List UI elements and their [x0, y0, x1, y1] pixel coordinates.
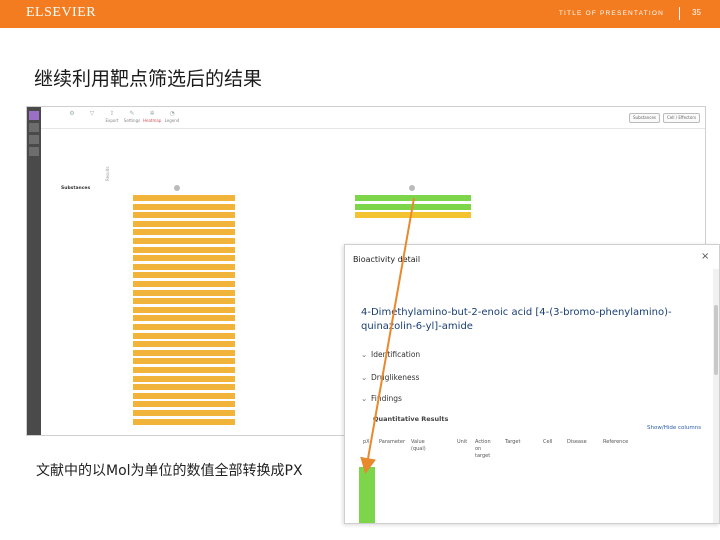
heatmap-cell[interactable] — [133, 229, 235, 237]
section-druglikeness[interactable]: ⌄ Druglikeness — [361, 373, 419, 382]
col-reference: Reference — [603, 439, 629, 445]
heatmap-cell[interactable] — [133, 220, 235, 228]
slide-heading: 继续利用靶点筛选后的结果 — [34, 68, 263, 90]
toolbar-heatmap[interactable]: ✲ Heatmap — [143, 110, 161, 123]
col-action: Action on target — [475, 439, 491, 459]
toolbar-export[interactable]: ⇪ Export — [103, 110, 121, 123]
substances-button[interactable]: Substances — [629, 113, 660, 123]
section-identification[interactable]: ⌄ Identification — [361, 350, 420, 359]
header-bar: ELSEVIER TITLE OF PRESENTATION 35 — [0, 0, 720, 28]
heatmap-cell[interactable] — [133, 238, 235, 245]
col-px: pX — [363, 439, 370, 445]
heatmap-cell[interactable] — [133, 324, 235, 331]
presentation-title: TITLE OF PRESENTATION — [558, 10, 664, 17]
toolbar-filter[interactable]: ▽ — [83, 110, 101, 118]
show-hide-columns-link[interactable]: Show/Hide columns — [647, 425, 701, 431]
substances-header: Substances — [61, 186, 91, 191]
toolbar-gear[interactable]: ⚙ — [63, 110, 81, 118]
heatmap-cell[interactable] — [133, 367, 235, 374]
heatmap-toolbar: ⚙ ▽ ⇪ Export ✎ Settings ✲ Heatmap ◔ Legend S… — [41, 107, 705, 129]
heatmap-cell[interactable] — [133, 203, 235, 211]
heatmap-cell[interactable] — [133, 195, 235, 202]
results-axis-label: Results — [105, 166, 110, 181]
sidebar-tab-1[interactable] — [29, 111, 39, 120]
heatmap-cell[interactable] — [133, 418, 235, 426]
legend-icon: ◔ — [169, 110, 175, 117]
toolbar-settings[interactable]: ✎ Settings — [123, 110, 141, 123]
heatmap-cell[interactable] — [133, 306, 235, 314]
col-cell: Cell — [543, 439, 553, 445]
heatmap-cell[interactable] — [355, 212, 471, 220]
column-marker-1 — [174, 185, 180, 191]
heatmap-cell[interactable] — [133, 263, 235, 271]
elsevier-logo: ELSEVIER — [26, 5, 97, 20]
heatmap-cell[interactable] — [133, 392, 235, 400]
sidebar-tab-2[interactable] — [29, 123, 39, 132]
chevron-down-icon: ⌄ — [361, 394, 368, 403]
quantitative-results-heading: Quantitative Results — [373, 415, 449, 423]
close-icon[interactable]: × — [701, 251, 709, 262]
bioactivity-detail-dialog: Bioactivity detail × 4-Dimethylamino-but… — [344, 244, 720, 524]
col-parameter: Parameter — [379, 439, 406, 445]
col-target: Target — [505, 439, 521, 445]
sidebar — [27, 107, 41, 435]
heatmap-cell[interactable] — [133, 341, 235, 349]
heatmap-cell[interactable] — [355, 195, 471, 202]
col-value: Value (qual) — [411, 439, 426, 452]
heatmap-cell[interactable] — [133, 246, 235, 254]
chevron-down-icon: ⌄ — [361, 350, 368, 359]
cell-effectors-button[interactable]: Cell / Effectors — [663, 113, 701, 123]
header-divider — [679, 7, 680, 20]
col-disease: Disease — [567, 439, 587, 445]
col-unit: Unit — [457, 439, 468, 445]
slide-caption: 文献中的以Mol为单位的数值全部转换成PX — [36, 463, 303, 479]
heatmap-icon: ✲ — [149, 110, 155, 117]
heatmap-cell[interactable] — [355, 203, 471, 211]
heatmap-cell[interactable] — [133, 315, 235, 323]
heatmap-cell[interactable] — [133, 349, 235, 357]
heatmap-cell[interactable] — [133, 410, 235, 417]
chevron-down-icon: ⌄ — [361, 373, 368, 382]
heatmap-cell[interactable] — [133, 289, 235, 297]
heatmap-cell[interactable] — [133, 375, 235, 383]
export-icon: ⇪ — [109, 110, 115, 117]
dialog-title: Bioactivity detail — [353, 255, 421, 264]
gear-icon: ⚙ — [69, 110, 75, 117]
heatmap-cell[interactable] — [133, 332, 235, 340]
settings-icon: ✎ — [129, 110, 135, 117]
heatmap-cell[interactable] — [133, 255, 235, 263]
filter-icon: ▽ — [89, 110, 95, 117]
heatmap-cell[interactable] — [133, 384, 235, 392]
sidebar-tab-3[interactable] — [29, 135, 39, 144]
section-findings[interactable]: ⌄ Findings — [361, 394, 402, 403]
sidebar-tab-4[interactable] — [29, 147, 39, 156]
heatmap-cell[interactable] — [133, 272, 235, 280]
page-number: 35 — [692, 8, 701, 17]
heatmap-cell[interactable] — [133, 281, 235, 288]
heatmap-cell[interactable] — [133, 298, 235, 306]
compound-name: 4-Dimethylamino-but-2-enoic acid [4-(3-b… — [361, 307, 672, 332]
heatmap-cell[interactable] — [133, 358, 235, 366]
heatmap-cell[interactable] — [133, 212, 235, 220]
scrollbar-thumb[interactable] — [714, 305, 718, 375]
px-highlight — [359, 467, 375, 523]
heatmap-cell[interactable] — [133, 401, 235, 409]
toolbar-legend[interactable]: ◔ Legend — [163, 110, 181, 123]
column-marker-3 — [409, 185, 415, 191]
